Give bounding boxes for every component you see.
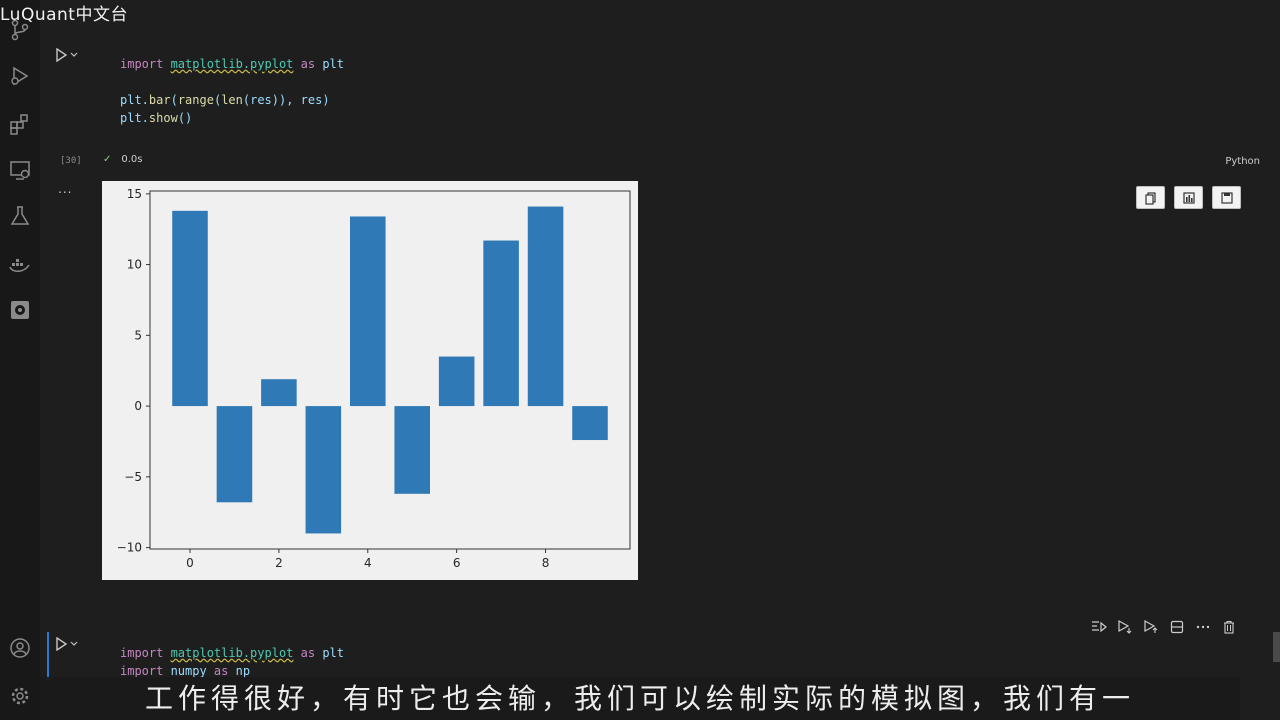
code-editor-2[interactable]: import matplotlib.pyplot as plt import nu… bbox=[120, 644, 344, 680]
docker-icon[interactable] bbox=[8, 252, 32, 276]
delete-icon bbox=[1224, 620, 1234, 634]
cell-toolbar bbox=[1084, 616, 1250, 638]
active-cell-indicator bbox=[47, 632, 49, 680]
y-tick-label: −5 bbox=[124, 470, 142, 484]
split-cell-icon bbox=[1170, 620, 1184, 634]
watermark: LuQuant中文台 bbox=[0, 5, 128, 25]
delete-cell-button[interactable] bbox=[1220, 618, 1238, 636]
run-debug-icon[interactable] bbox=[8, 64, 32, 88]
bar-3 bbox=[305, 406, 342, 534]
code-token: ( bbox=[170, 93, 178, 107]
run-icon bbox=[56, 636, 78, 652]
extensions-icon[interactable] bbox=[8, 112, 32, 136]
bar-5 bbox=[394, 406, 430, 494]
output-more-button[interactable]: ... bbox=[58, 182, 72, 196]
account-icon[interactable] bbox=[8, 636, 32, 660]
code-token: matplotlib.pyplot bbox=[170, 646, 294, 660]
run-cell-button-2[interactable] bbox=[55, 636, 81, 652]
execute-cell-icon bbox=[1144, 620, 1158, 633]
code-line: plt.show() bbox=[120, 109, 344, 127]
code-token: import bbox=[120, 57, 171, 71]
run-cell-button[interactable] bbox=[55, 47, 81, 63]
remote-explorer-icon[interactable] bbox=[8, 158, 32, 182]
save-icon bbox=[1220, 191, 1233, 204]
code-token: plt bbox=[322, 646, 344, 660]
code-token: as bbox=[293, 57, 323, 71]
x-tick-label: 6 bbox=[453, 556, 461, 570]
execute-above-icon bbox=[1092, 621, 1107, 633]
execute-above-button[interactable] bbox=[1090, 618, 1108, 636]
bar-6 bbox=[438, 356, 475, 407]
y-tick-label: −10 bbox=[117, 541, 142, 555]
code-token: numpy bbox=[170, 664, 207, 678]
chart-icon bbox=[1182, 191, 1195, 204]
execution-status: ✓ 0.0s bbox=[103, 154, 143, 165]
bar-9 bbox=[572, 406, 608, 441]
code-token: len bbox=[221, 93, 243, 107]
scrollbar-thumb[interactable] bbox=[1273, 632, 1280, 662]
code-token: matplotlib.pyplot bbox=[170, 57, 294, 71]
activity-bar bbox=[0, 0, 40, 720]
y-tick-label: 10 bbox=[127, 258, 142, 272]
code-token: (res)), res) bbox=[242, 93, 330, 107]
split-cell-button[interactable] bbox=[1168, 618, 1186, 636]
language-indicator[interactable]: Python bbox=[1225, 156, 1260, 167]
y-tick-label: 5 bbox=[134, 328, 142, 342]
output-toolbar bbox=[1136, 186, 1241, 209]
bar-7 bbox=[483, 240, 519, 407]
code-line: import matplotlib.pyplot as plt bbox=[120, 644, 344, 662]
code-token: import bbox=[120, 664, 171, 678]
more-actions-button[interactable] bbox=[1194, 618, 1212, 636]
testing-icon[interactable] bbox=[8, 204, 32, 228]
check-icon: ✓ bbox=[103, 154, 112, 165]
bar-chart: −10 −5 0 5 10 15 0 2 4 6 8 bbox=[117, 187, 631, 570]
code-token: () bbox=[177, 111, 193, 125]
bar-1 bbox=[216, 406, 253, 503]
execution-count: [30] bbox=[60, 156, 82, 166]
code-token: plt. bbox=[120, 111, 149, 125]
code-token: np bbox=[235, 664, 251, 678]
execution-time: 0.0s bbox=[121, 154, 143, 165]
x-tick-label: 4 bbox=[364, 556, 372, 570]
x-tick-label: 0 bbox=[186, 556, 194, 570]
y-tick-label: 15 bbox=[127, 187, 142, 201]
execute-below-button[interactable] bbox=[1116, 618, 1134, 636]
subtitle-caption: 工作得很好，有时它也会输，我们可以绘制实际的模拟图，我们有一 bbox=[40, 677, 1240, 720]
execute-below-icon bbox=[1118, 620, 1132, 634]
save-output-button[interactable] bbox=[1212, 186, 1241, 209]
code-token: show bbox=[148, 111, 178, 125]
bar-0 bbox=[172, 210, 208, 407]
y-tick-label: 0 bbox=[134, 399, 142, 413]
code-line: plt.bar(range(len(res)), res) bbox=[120, 91, 344, 109]
code-token: range bbox=[177, 93, 214, 107]
open-plot-viewer-button[interactable] bbox=[1174, 186, 1203, 209]
more-icon bbox=[1196, 625, 1210, 629]
settings-gear-icon[interactable] bbox=[8, 684, 32, 708]
cell-gutter bbox=[47, 46, 49, 136]
x-tick-label: 2 bbox=[275, 556, 283, 570]
execute-cell-button[interactable] bbox=[1142, 618, 1160, 636]
copy-icon bbox=[1144, 191, 1156, 205]
x-tick-label: 8 bbox=[542, 556, 550, 570]
code-token: bar bbox=[148, 93, 171, 107]
code-editor[interactable]: import matplotlib.pyplot as plt plt.bar(r… bbox=[120, 55, 344, 127]
plot-output: −10 −5 0 5 10 15 0 2 4 6 8 bbox=[102, 181, 638, 580]
code-token: as bbox=[206, 664, 236, 678]
code-token: import bbox=[120, 646, 171, 660]
bar-8 bbox=[527, 206, 564, 407]
code-token: plt bbox=[322, 57, 344, 71]
code-token: plt. bbox=[120, 93, 149, 107]
bar-4 bbox=[350, 216, 386, 407]
code-token: as bbox=[293, 646, 323, 660]
jupyter-icon[interactable] bbox=[8, 298, 32, 322]
bar-2 bbox=[261, 379, 297, 407]
code-line: import matplotlib.pyplot as plt bbox=[120, 55, 344, 73]
run-icon bbox=[56, 47, 78, 63]
copy-output-button[interactable] bbox=[1136, 186, 1165, 209]
